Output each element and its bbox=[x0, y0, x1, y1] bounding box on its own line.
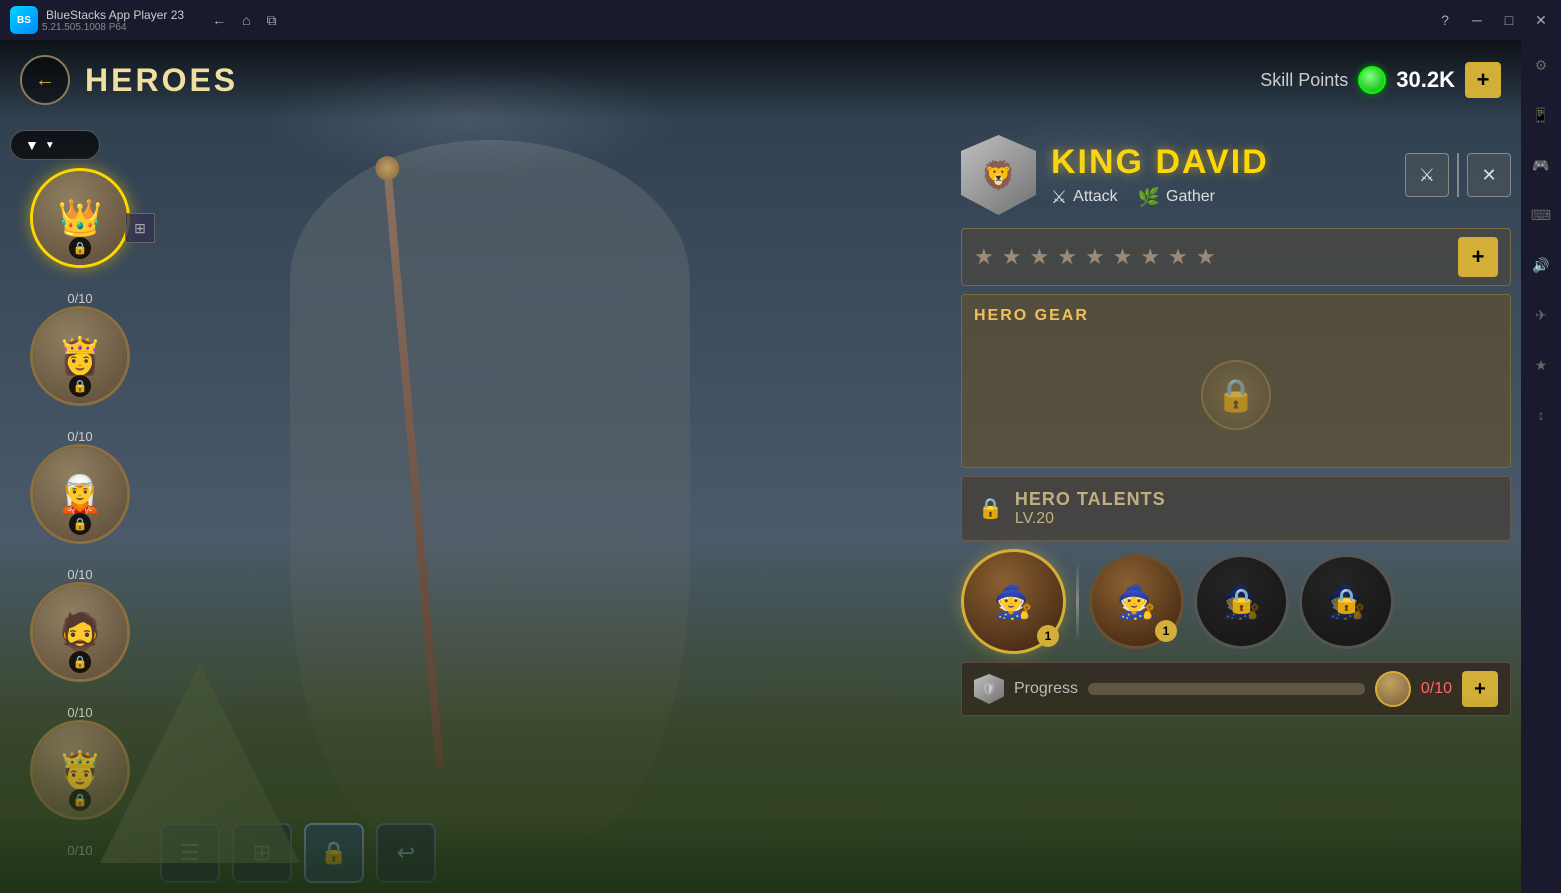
hero-lock-icon-1: 🔒 bbox=[69, 237, 91, 259]
gear-content: 🔒 bbox=[974, 335, 1498, 455]
star-5: ★ bbox=[1085, 244, 1105, 270]
skill-image-1: 🧙 bbox=[994, 583, 1034, 621]
star-7: ★ bbox=[1140, 244, 1160, 270]
gear-lock-icon: 🔒 bbox=[1201, 360, 1271, 430]
close-btn[interactable]: ✕ bbox=[1531, 12, 1551, 29]
hero-lock-icon-2: 🔒 bbox=[69, 375, 91, 397]
nav-back-icon[interactable]: ← bbox=[212, 12, 226, 29]
hero-lock-icon-3: 🔒 bbox=[69, 513, 91, 535]
restore-btn[interactable]: □ bbox=[1499, 12, 1519, 28]
star-2: ★ bbox=[1002, 244, 1022, 270]
talents-lock-icon: 🔒 bbox=[978, 496, 1003, 521]
nav-home-icon[interactable]: ⌂ bbox=[242, 12, 250, 29]
skill-level-2: 1 bbox=[1155, 620, 1177, 642]
skill-image-2: 🧙 bbox=[1117, 583, 1157, 621]
talents-title: HERO TALENTS bbox=[1015, 489, 1494, 510]
side-icon-8[interactable]: ↕ bbox=[1526, 400, 1556, 430]
star-6: ★ bbox=[1113, 244, 1133, 270]
star-4: ★ bbox=[1057, 244, 1077, 270]
side-icon-2[interactable]: 📱 bbox=[1526, 100, 1556, 130]
hero-list-item-2[interactable]: 👸 🔒 0/10 bbox=[10, 306, 150, 426]
skill-level-1: 1 bbox=[1037, 625, 1059, 647]
skills-divider bbox=[1076, 562, 1079, 642]
hero-lock-icon-4: 🔒 bbox=[69, 651, 91, 673]
skill-icon-1[interactable]: 🧙 1 bbox=[961, 549, 1066, 654]
star-1: ★ bbox=[974, 244, 994, 270]
side-icon-4[interactable]: ⌨ bbox=[1526, 200, 1556, 230]
hero-count-2: 0/10 bbox=[67, 429, 92, 444]
bluestacks-subtitle: 5.21.505.1008 P64 bbox=[42, 22, 184, 33]
sky-clouds bbox=[0, 40, 1561, 240]
hero-avatar-4[interactable]: 🧔 🔒 bbox=[30, 582, 130, 682]
hero-avatar-2[interactable]: 👸 🔒 bbox=[30, 306, 130, 406]
hero-list-item-4[interactable]: 🧔 🔒 0/10 bbox=[10, 582, 150, 702]
skill-icon-2[interactable]: 🧙 1 bbox=[1089, 554, 1184, 649]
talents-level: LV.20 bbox=[1015, 510, 1494, 528]
minimize-btn[interactable]: ─ bbox=[1467, 12, 1487, 28]
talents-info: HERO TALENTS LV.20 bbox=[1015, 489, 1494, 528]
skill-lock-overlay-4: 🔒 bbox=[1302, 557, 1391, 646]
side-icon-3[interactable]: 🎮 bbox=[1526, 150, 1556, 180]
hero-list-item-3[interactable]: 🧝 🔒 0/10 bbox=[10, 444, 150, 564]
bluestacks-logo: BS bbox=[10, 6, 38, 34]
hero-avatar-3[interactable]: 🧝 🔒 bbox=[30, 444, 130, 544]
side-icon-6[interactable]: ✈ bbox=[1526, 300, 1556, 330]
gear-title: HERO GEAR bbox=[974, 307, 1498, 325]
bluestacks-bar: BS BlueStacks App Player 23 5.21.505.100… bbox=[0, 0, 1561, 40]
side-icon-7[interactable]: ★ bbox=[1526, 350, 1556, 380]
skill-icon-3[interactable]: 🧙 🔒 bbox=[1194, 554, 1289, 649]
hero-gear-section: HERO GEAR 🔒 bbox=[961, 294, 1511, 468]
help-btn[interactable]: ? bbox=[1435, 12, 1455, 28]
hero-staff bbox=[384, 176, 444, 769]
skills-row: 🧙 1 🧙 1 🧙 🔒 🧙 🔒 bbox=[961, 549, 1511, 654]
side-icon-5[interactable]: 🔊 bbox=[1526, 250, 1556, 280]
star-9: ★ bbox=[1196, 244, 1216, 270]
side-icon-1[interactable]: ⚙ bbox=[1526, 50, 1556, 80]
hero-count-1: 0/10 bbox=[67, 291, 92, 306]
hero-count-3: 0/10 bbox=[67, 567, 92, 582]
hero-talents-section: 🔒 HERO TALENTS LV.20 bbox=[961, 476, 1511, 541]
skill-lock-overlay-3: 🔒 bbox=[1197, 557, 1286, 646]
star-3: ★ bbox=[1029, 244, 1049, 270]
add-star-button[interactable]: + bbox=[1458, 237, 1498, 277]
star-8: ★ bbox=[1168, 244, 1188, 270]
bluestacks-title: BlueStacks App Player 23 bbox=[46, 8, 184, 22]
bluestacks-right-sidebar: ⚙ 📱 🎮 ⌨ 🔊 ✈ ★ ↕ bbox=[1521, 40, 1561, 893]
skill-icon-4[interactable]: 🧙 🔒 bbox=[1299, 554, 1394, 649]
nav-window-icon[interactable]: ⧉ bbox=[267, 12, 277, 29]
